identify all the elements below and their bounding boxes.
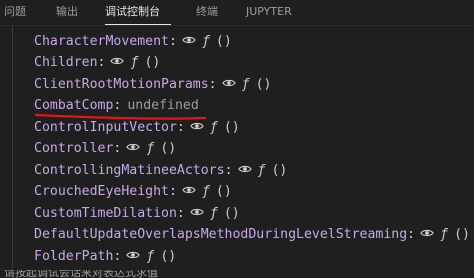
tree-row-property[interactable]: CrouchedEyeHeight: ƒ () xyxy=(34,181,232,202)
property-separator: : xyxy=(407,227,416,242)
property-name: FolderPath xyxy=(34,249,114,264)
property-separator: : xyxy=(113,141,122,156)
call-parens: () xyxy=(223,206,240,221)
property-separator: : xyxy=(208,77,217,92)
property-name: CharacterMovement xyxy=(34,34,169,49)
property-separator: : xyxy=(97,55,106,70)
tree-row-property[interactable]: Controller: ƒ () xyxy=(34,138,176,159)
property-name: Children xyxy=(34,55,98,70)
debug-console-input[interactable]: 请按起调试会话来对表达式求值 xyxy=(0,270,474,278)
active-tab-indicator xyxy=(105,24,171,25)
tree-row-property[interactable]: CharacterMovement: ƒ () xyxy=(34,31,232,52)
call-parens: () xyxy=(144,55,161,70)
function-icon: ƒ xyxy=(440,227,449,242)
debug-console-panel: 问题 输出 调试控制台 终端 JUPYTER CharacterMovement… xyxy=(0,0,474,278)
eye-icon[interactable] xyxy=(190,119,204,133)
tree-row-property[interactable]: CustomTimeDilation: ƒ () xyxy=(34,203,240,224)
property-value: undefined xyxy=(127,98,199,113)
property-separator: : xyxy=(176,120,185,135)
eye-icon[interactable] xyxy=(420,226,434,240)
call-parens: () xyxy=(271,163,288,178)
property-name: CombatComp xyxy=(34,98,114,113)
eye-icon[interactable] xyxy=(182,33,196,47)
debug-output-tree: CharacterMovement: ƒ () Children: ƒ () Clien… xyxy=(0,26,474,278)
tab-debug-console-label: 调试控制台 xyxy=(105,5,160,18)
tab-debug-console[interactable]: 调试控制台 xyxy=(105,0,171,25)
tab-jupyter[interactable]: JUPYTER xyxy=(246,0,292,25)
property-name: CustomTimeDilation xyxy=(34,206,177,221)
function-icon: ƒ xyxy=(241,77,250,92)
eye-icon[interactable] xyxy=(110,54,125,68)
eye-icon[interactable] xyxy=(190,205,204,219)
tab-output-label: 输出 xyxy=(56,5,78,18)
input-placeholder: 请按起调试会话来对表达式求值 xyxy=(4,270,158,278)
property-separator: : xyxy=(168,34,177,49)
tree-row-property[interactable]: FolderPath: ƒ () xyxy=(34,246,176,267)
property-name: DefaultUpdateOverlapsMethodDuringLevelSt… xyxy=(34,227,408,242)
property-name: Controller xyxy=(34,141,114,156)
property-separator: : xyxy=(224,163,233,178)
call-parens: () xyxy=(454,227,470,242)
tree-indent-guide xyxy=(12,26,13,278)
call-parens: () xyxy=(255,77,272,92)
function-icon: ƒ xyxy=(146,249,155,264)
property-separator: : xyxy=(113,249,122,264)
panel-tab-bar: 问题 输出 调试控制台 终端 JUPYTER xyxy=(0,0,474,26)
tree-row-property[interactable]: ClientRootMotionParams: ƒ () xyxy=(34,74,271,95)
tab-problems-label: 问题 xyxy=(4,5,26,18)
property-separator: : xyxy=(168,184,177,199)
tab-jupyter-label: JUPYTER xyxy=(246,5,292,18)
function-icon: ƒ xyxy=(201,184,210,199)
property-name: CrouchedEyeHeight xyxy=(34,184,169,199)
tree-row-property[interactable]: Children: ƒ () xyxy=(34,52,160,73)
eye-icon[interactable] xyxy=(221,76,236,90)
function-icon: ƒ xyxy=(209,120,218,135)
function-icon: ƒ xyxy=(130,55,139,70)
property-name: ControllingMatineeActors xyxy=(34,163,225,178)
tree-row-property-combatcomp[interactable]: CombatComp: undefined xyxy=(34,95,199,116)
function-icon: ƒ xyxy=(201,34,210,49)
call-parens: () xyxy=(215,34,232,49)
call-parens: () xyxy=(223,120,240,135)
property-separator: : xyxy=(113,98,122,113)
call-parens: () xyxy=(215,184,232,199)
function-icon: ƒ xyxy=(146,141,155,156)
tab-terminal-label: 终端 xyxy=(196,5,218,18)
property-name: ClientRootMotionParams xyxy=(34,77,209,92)
eye-icon[interactable] xyxy=(126,140,141,154)
eye-icon[interactable] xyxy=(182,183,196,197)
function-icon: ƒ xyxy=(209,206,218,221)
call-parens: () xyxy=(160,249,177,264)
call-parens: () xyxy=(160,141,177,156)
property-name: ControlInputVector xyxy=(34,120,177,135)
tab-output[interactable]: 输出 xyxy=(56,0,78,25)
eye-icon[interactable] xyxy=(126,248,141,262)
tree-row-property[interactable]: DefaultUpdateOverlapsMethodDuringLevelSt… xyxy=(34,224,470,245)
tree-row-property[interactable]: ControlInputVector: ƒ () xyxy=(34,117,240,138)
tree-row-property[interactable]: ControllingMatineeActors: ƒ () xyxy=(34,160,287,181)
property-separator: : xyxy=(176,206,185,221)
function-icon: ƒ xyxy=(257,163,266,178)
tab-problems[interactable]: 问题 xyxy=(4,0,26,25)
eye-icon[interactable] xyxy=(237,162,252,176)
tab-terminal[interactable]: 终端 xyxy=(196,0,218,25)
